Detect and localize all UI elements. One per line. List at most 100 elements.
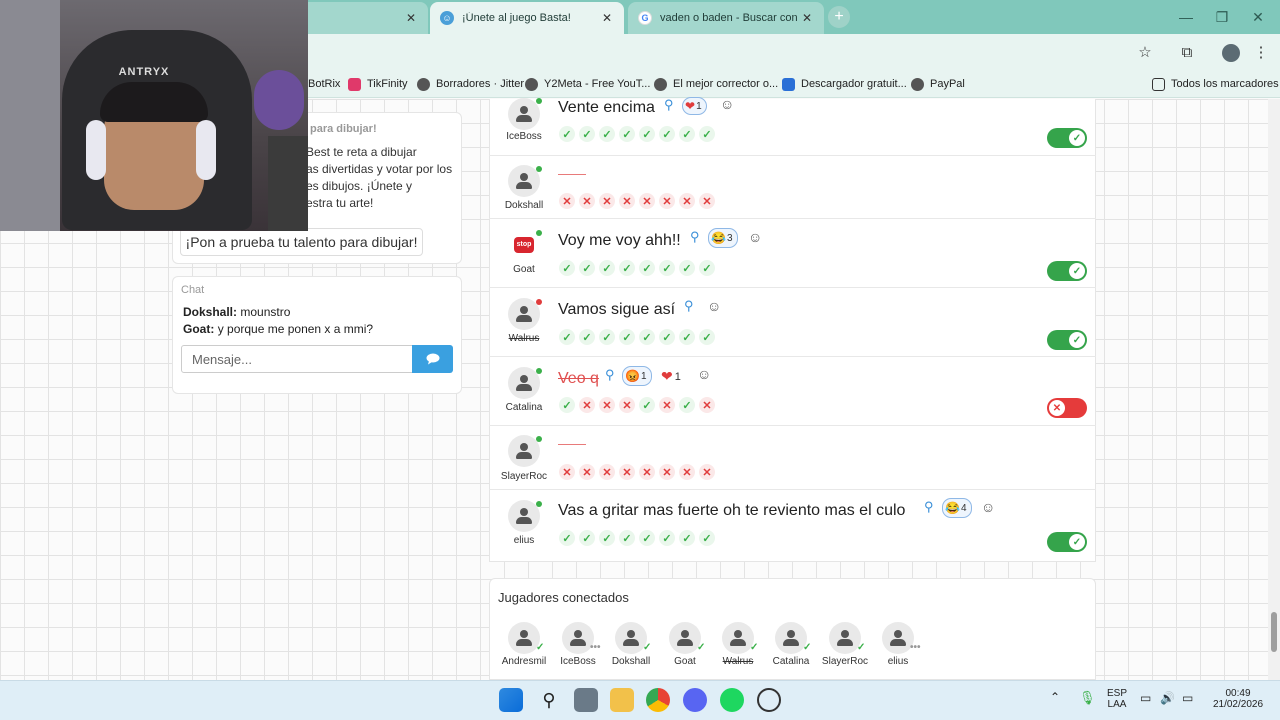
check-icon[interactable]: ✓ — [659, 260, 675, 276]
all-bookmarks[interactable]: Todos los marcadores — [1152, 76, 1279, 92]
reaction-badge[interactable]: 😂 3 — [708, 228, 738, 248]
x-icon[interactable]: ✕ — [699, 193, 715, 209]
x-icon[interactable]: ✕ — [659, 397, 675, 413]
check-icon[interactable]: ✓ — [639, 397, 655, 413]
player-chip[interactable]: ✓ Goat — [655, 620, 715, 670]
search-icon[interactable]: ⚲ — [690, 229, 700, 245]
clock[interactable]: 00:49 21/02/2026 — [1210, 688, 1266, 710]
add-reaction-icon[interactable]: ☺ — [720, 96, 734, 112]
search-icon[interactable]: ⚲ — [605, 367, 615, 383]
x-icon[interactable]: ✕ — [659, 193, 675, 209]
player-chip[interactable]: ✓ Andresmil — [494, 620, 554, 670]
app-icon[interactable] — [757, 688, 781, 712]
x-icon[interactable]: ✕ — [559, 193, 575, 209]
reaction-badge[interactable]: ❤ 1 — [682, 97, 707, 115]
close-tab-icon[interactable]: ✕ — [600, 11, 614, 25]
search-icon[interactable]: ⚲ — [684, 298, 694, 314]
language-indicator[interactable]: ESP LAA — [1104, 688, 1130, 710]
x-icon[interactable]: ✕ — [619, 464, 635, 480]
check-icon[interactable]: ✓ — [559, 397, 575, 413]
player-chip[interactable]: ✓ SlayerRoc — [815, 620, 875, 670]
player-chip[interactable]: ✓ Catalina — [761, 620, 821, 670]
star-icon[interactable]: ☆ — [1136, 44, 1154, 62]
check-icon[interactable]: ✓ — [639, 329, 655, 345]
check-icon[interactable]: ✓ — [619, 260, 635, 276]
reaction-badge[interactable]: 😂 4 — [942, 498, 972, 518]
player-chip[interactable]: ✓ Dokshall — [601, 620, 661, 670]
valid-toggle[interactable]: ✕ — [1047, 398, 1087, 418]
player-chip[interactable]: ••• elius — [868, 620, 928, 670]
check-icon[interactable]: ✓ — [599, 530, 615, 546]
battery-icon[interactable]: ▭ — [1182, 691, 1193, 705]
close-tab-icon[interactable]: ✕ — [800, 11, 814, 25]
store-icon[interactable] — [574, 688, 598, 712]
valid-toggle[interactable]: ✓ — [1047, 532, 1087, 552]
bookmark-item[interactable]: Borradores · Jitter — [417, 76, 524, 92]
check-icon[interactable]: ✓ — [679, 126, 695, 142]
check-icon[interactable]: ✓ — [599, 329, 615, 345]
bookmark-item[interactable]: El mejor corrector o... — [654, 76, 778, 92]
x-icon[interactable]: ✕ — [599, 397, 615, 413]
check-icon[interactable]: ✓ — [559, 530, 575, 546]
check-icon[interactable]: ✓ — [679, 260, 695, 276]
valid-toggle[interactable]: ✓ — [1047, 330, 1087, 350]
check-icon[interactable]: ✓ — [699, 260, 715, 276]
player-chip[interactable]: ✓ Walrus — [708, 620, 768, 670]
x-icon[interactable]: ✕ — [679, 193, 695, 209]
extensions-icon[interactable]: ⧉ — [1178, 44, 1196, 62]
check-icon[interactable]: ✓ — [619, 126, 635, 142]
x-icon[interactable]: ✕ — [619, 397, 635, 413]
x-icon[interactable]: ✕ — [639, 464, 655, 480]
x-icon[interactable]: ✕ — [639, 193, 655, 209]
close-window-icon[interactable]: ✕ — [1240, 0, 1276, 34]
check-icon[interactable]: ✓ — [599, 260, 615, 276]
message-input[interactable] — [181, 345, 413, 373]
discord-icon[interactable] — [683, 688, 707, 712]
check-icon[interactable]: ✓ — [639, 530, 655, 546]
add-reaction-icon[interactable]: ☺ — [697, 366, 711, 382]
valid-toggle[interactable]: ✓ — [1047, 261, 1087, 281]
file-explorer-icon[interactable] — [610, 688, 634, 712]
x-icon[interactable]: ✕ — [579, 193, 595, 209]
x-icon[interactable]: ✕ — [579, 397, 595, 413]
volume-icon[interactable]: 🔊 — [1160, 691, 1175, 705]
player-chip[interactable]: ••• IceBoss — [548, 620, 608, 670]
search-icon[interactable]: ⚲ — [664, 97, 674, 113]
check-icon[interactable]: ✓ — [559, 126, 575, 142]
new-tab-button[interactable]: + — [828, 6, 850, 28]
bookmark-item[interactable]: TikFinity — [348, 76, 408, 92]
check-icon[interactable]: ✓ — [679, 530, 695, 546]
check-icon[interactable]: ✓ — [579, 126, 595, 142]
x-icon[interactable]: ✕ — [699, 464, 715, 480]
microphone-icon[interactable]: 🎙 — [1079, 690, 1096, 706]
bookmark-item[interactable]: Y2Meta - Free YouT... — [525, 76, 650, 92]
profile-avatar[interactable] — [1222, 44, 1240, 62]
search-icon[interactable]: ⚲ — [537, 688, 561, 712]
valid-toggle[interactable]: ✓ — [1047, 128, 1087, 148]
talent-button[interactable]: ¡Pon a prueba tu talento para dibujar! — [180, 228, 423, 256]
x-icon[interactable]: ✕ — [579, 464, 595, 480]
check-icon[interactable]: ✓ — [699, 329, 715, 345]
check-icon[interactable]: ✓ — [679, 329, 695, 345]
tab-3[interactable]: G vaden o baden - Buscar con Go ✕ — [628, 2, 824, 34]
tab-active[interactable]: ☺ ¡Únete al juego Basta! ✕ — [430, 2, 624, 34]
x-icon[interactable]: ✕ — [659, 464, 675, 480]
bookmark-item[interactable]: BotRix — [308, 76, 340, 92]
check-icon[interactable]: ✓ — [659, 126, 675, 142]
chevron-up-icon[interactable]: ⌃ — [1050, 690, 1060, 704]
check-icon[interactable]: ✓ — [679, 397, 695, 413]
check-icon[interactable]: ✓ — [659, 530, 675, 546]
check-icon[interactable]: ✓ — [619, 329, 635, 345]
add-reaction-icon[interactable]: ☺ — [707, 298, 721, 314]
add-reaction-icon[interactable]: ☺ — [748, 229, 762, 245]
scrollbar[interactable] — [1268, 99, 1280, 680]
x-icon[interactable]: ✕ — [599, 193, 615, 209]
bookmark-item[interactable]: Descargador gratuit... — [782, 76, 907, 92]
check-icon[interactable]: ✓ — [639, 260, 655, 276]
check-icon[interactable]: ✓ — [579, 260, 595, 276]
check-icon[interactable]: ✓ — [659, 329, 675, 345]
monitor-icon[interactable]: ▭ — [1140, 691, 1151, 705]
x-icon[interactable]: ✕ — [679, 464, 695, 480]
x-icon[interactable]: ✕ — [619, 193, 635, 209]
windows-start-icon[interactable] — [499, 688, 523, 712]
